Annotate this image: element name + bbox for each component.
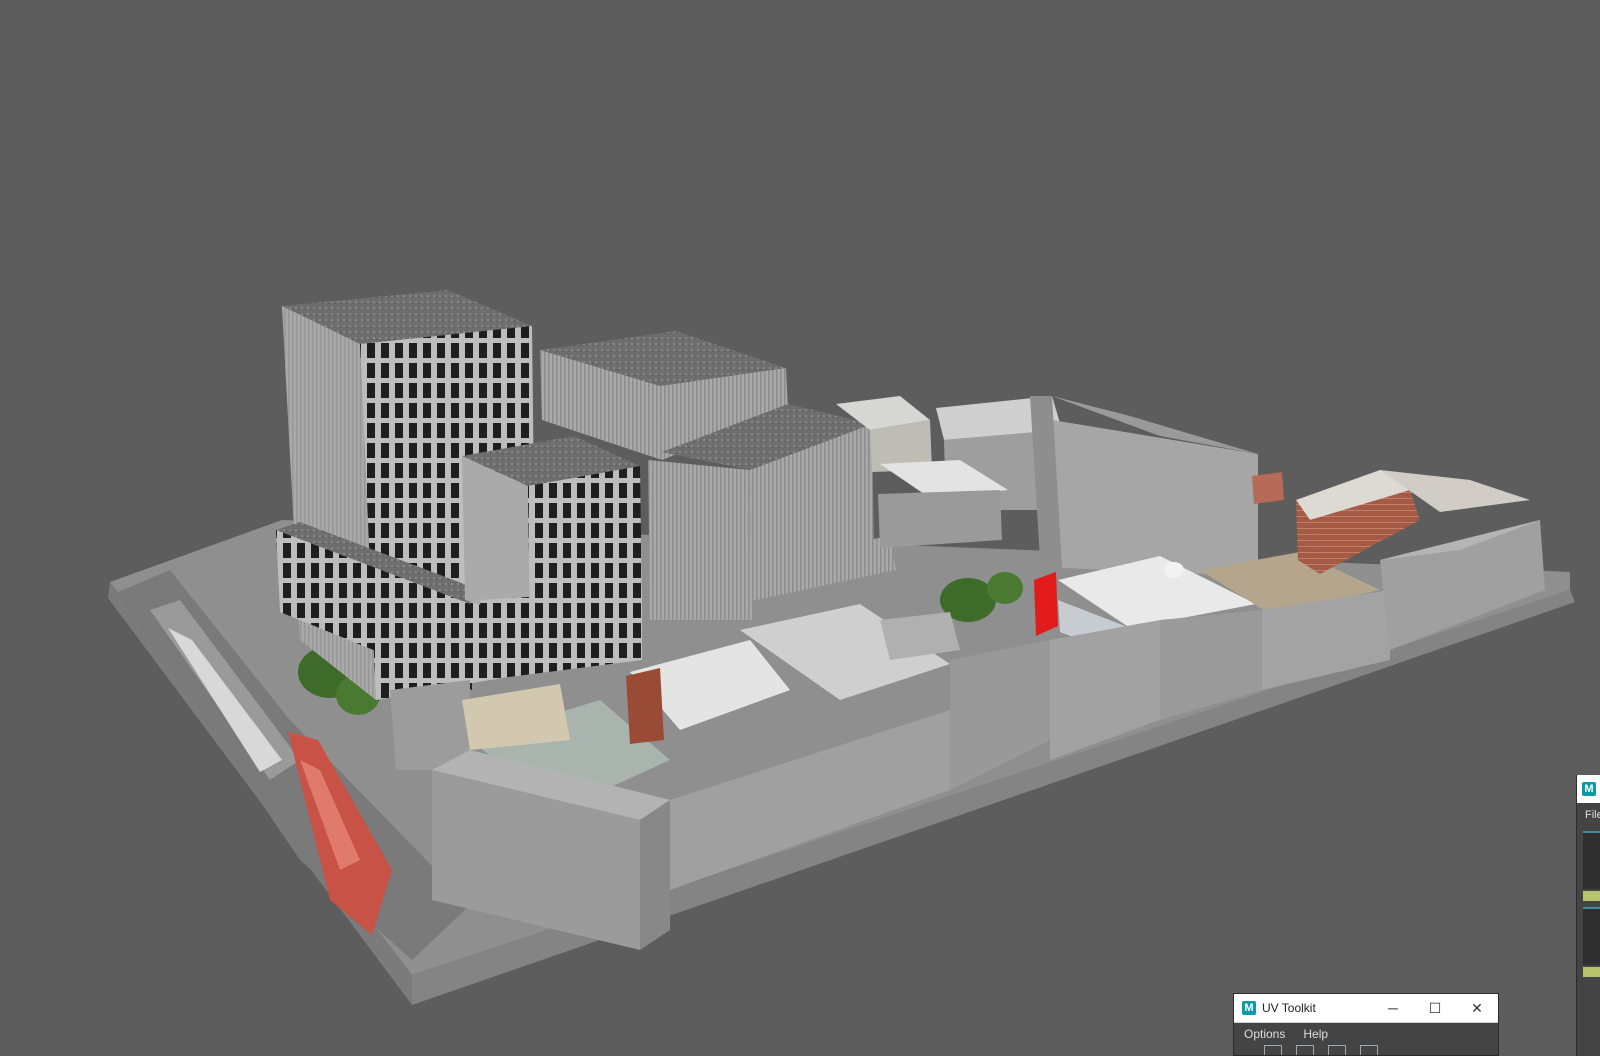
3d-viewport[interactable] (0, 0, 1600, 1056)
material-swatch[interactable] (1583, 907, 1600, 965)
uv-tool-icon[interactable] (1296, 1045, 1314, 1055)
uv-toolkit-titlebar[interactable]: M UV Toolkit ─ ☐ ✕ (1234, 994, 1498, 1023)
menu-options[interactable]: Options (1234, 1027, 1293, 1041)
uv-toolkit-menubar: Options Help (1234, 1023, 1498, 1045)
material-label (1583, 967, 1600, 977)
tower-mid (462, 436, 642, 680)
side-window-panel (1583, 831, 1600, 977)
maya-logo-icon: M (1242, 1001, 1256, 1015)
uv-tool-icon[interactable] (1328, 1045, 1346, 1055)
maya-logo-icon: M (1582, 782, 1596, 796)
uv-toolbar (1234, 1045, 1498, 1055)
side-window-menu-file[interactable]: File (1577, 803, 1600, 825)
maximize-button[interactable]: ☐ (1414, 994, 1456, 1022)
close-button[interactable]: ✕ (1456, 994, 1498, 1022)
window-title: UV Toolkit (1262, 1001, 1316, 1015)
uv-toolkit-window[interactable]: M UV Toolkit ─ ☐ ✕ Options Help (1233, 993, 1499, 1056)
material-label (1583, 891, 1600, 901)
uv-tool-icon[interactable] (1264, 1045, 1282, 1055)
minimize-button[interactable]: ─ (1372, 994, 1414, 1022)
side-window-titlebar[interactable]: M (1577, 775, 1600, 803)
side-window-partial[interactable]: M File (1576, 775, 1600, 1056)
uv-tool-icon[interactable] (1360, 1045, 1378, 1055)
selected-object[interactable] (1034, 572, 1058, 636)
material-swatch[interactable] (1583, 831, 1600, 889)
menu-help[interactable]: Help (1293, 1027, 1336, 1041)
